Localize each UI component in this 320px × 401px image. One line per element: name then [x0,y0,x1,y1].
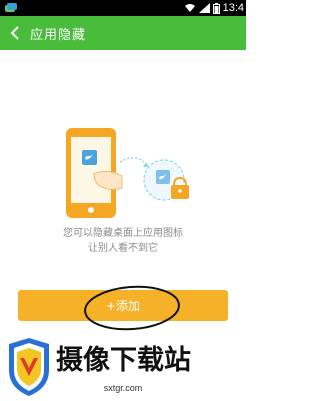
notification-icon [5,3,17,12]
description-line-1: 您可以隐藏桌面上应用图标 [63,228,183,239]
back-button[interactable] [0,16,30,50]
description-text: 您可以隐藏桌面上应用图标 让别人看不到它 [0,226,246,256]
signal-icon [198,3,210,13]
status-time: 13:4 [222,2,244,14]
hide-app-illustration [66,128,189,218]
page-title: 应用隐藏 [30,27,87,43]
description-line-2: 让别人看不到它 [88,243,158,254]
title-bar: 应用隐藏 [0,16,246,50]
wifi-icon [184,4,195,12]
status-bar: 13:4 [0,0,246,16]
chevron-left-icon [10,26,19,40]
watermark-name: 摄像下载站 [56,345,191,376]
watermark: 摄像下载站 sxtgr.com [0,336,246,401]
add-button-label: +添加 [105,299,141,313]
add-button[interactable]: +添加 [18,290,228,321]
watermark-url: sxtgr.com [103,383,143,393]
battery-icon [212,2,220,14]
